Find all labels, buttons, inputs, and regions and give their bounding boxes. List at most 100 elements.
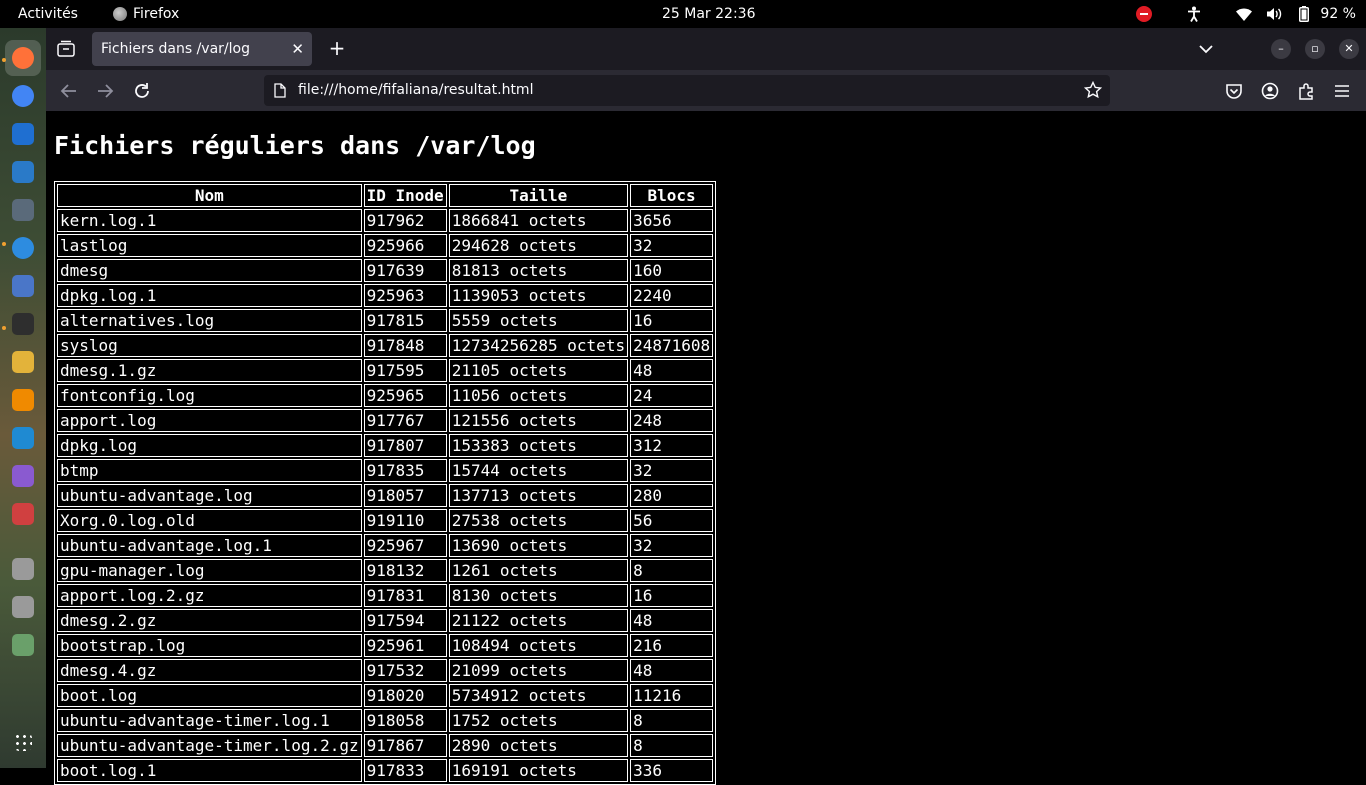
top-bar: Activités Firefox 25 Mar 22:36 92 % xyxy=(0,0,1366,28)
cell-inode: 917962 xyxy=(363,209,447,232)
new-tab-button[interactable]: + xyxy=(326,38,348,60)
cell-nom: apport.log.2.gz xyxy=(57,584,362,607)
dock-item-drive-2[interactable] xyxy=(5,589,41,625)
do-not-disturb-icon[interactable] xyxy=(1136,6,1153,22)
firefox-icon xyxy=(113,7,127,21)
dock-item-app[interactable] xyxy=(5,458,41,494)
dock-item-writer[interactable] xyxy=(5,154,41,190)
app-grid-icon xyxy=(14,733,32,751)
cell-taille: 108494 octets xyxy=(448,634,629,657)
cell-nom: apport.log xyxy=(57,409,362,432)
cell-nom: dmesg.4.gz xyxy=(57,659,362,682)
cell-blocs: 56 xyxy=(630,509,714,532)
url-text[interactable]: file:///home/fifaliana/resultat.html xyxy=(298,75,533,106)
account-icon[interactable] xyxy=(1259,80,1281,102)
cell-blocs: 3656 xyxy=(630,209,714,232)
dock-item-text-editor[interactable] xyxy=(5,268,41,304)
cell-nom: gpu-manager.log xyxy=(57,559,362,582)
system-tray[interactable]: 92 % xyxy=(1136,0,1356,28)
table-header-row: Nom ID Inode Taille Blocs xyxy=(57,184,714,207)
dock-item-vscode[interactable] xyxy=(5,420,41,456)
cell-blocs: 32 xyxy=(630,534,714,557)
app-menu[interactable]: Firefox xyxy=(113,0,179,28)
table-row: alternatives.log 917815 5559 octets 16 xyxy=(57,309,714,332)
minimize-icon[interactable]: – xyxy=(1271,39,1291,59)
dock-item-thunderbird[interactable] xyxy=(5,116,41,152)
firefox-view-icon[interactable] xyxy=(56,39,76,59)
tab-active[interactable]: Fichiers dans /var/log ✕ xyxy=(92,32,312,66)
cell-inode: 917595 xyxy=(363,359,447,382)
dock-item-files[interactable] xyxy=(5,192,41,228)
cell-taille: 1139053 octets xyxy=(448,284,629,307)
column-header-blocs: Blocs xyxy=(630,184,714,207)
table-body: kern.log.1 917962 1866841 octets 3656 lastlo… xyxy=(57,209,714,782)
back-arrow-icon[interactable] xyxy=(58,80,80,102)
activities-button[interactable]: Activités xyxy=(18,0,78,28)
cell-nom: bootstrap.log xyxy=(57,634,362,657)
dock-item-trash[interactable] xyxy=(5,627,41,663)
table-row: dpkg.log.1 925963 1139053 octets 2240 xyxy=(57,284,714,307)
dock-item-vlc[interactable] xyxy=(5,382,41,418)
clock[interactable]: 25 Mar 22:36 xyxy=(662,0,755,28)
cell-blocs: 32 xyxy=(630,459,714,482)
cell-taille: 12734256285 octets xyxy=(448,334,629,357)
dock-item-games[interactable] xyxy=(5,344,41,380)
dock-item-app-grid[interactable] xyxy=(5,724,41,760)
tab-close-icon[interactable]: ✕ xyxy=(291,32,304,66)
wifi-icon[interactable] xyxy=(1236,6,1253,22)
forward-arrow-icon[interactable] xyxy=(94,80,116,102)
bookmark-star-icon[interactable] xyxy=(1083,80,1103,99)
cell-inode: 919110 xyxy=(363,509,447,532)
accessibility-icon[interactable] xyxy=(1186,6,1202,22)
cell-inode: 917532 xyxy=(363,659,447,682)
reload-icon[interactable] xyxy=(131,80,153,102)
battery-percentage: 92 % xyxy=(1320,6,1356,22)
table-row: syslog 917848 12734256285 octets 24871608 xyxy=(57,334,714,357)
maximize-icon[interactable]: ▫ xyxy=(1305,39,1325,59)
dock-item-terminal[interactable] xyxy=(5,306,41,342)
cell-nom: dmesg.2.gz xyxy=(57,609,362,632)
cell-nom: alternatives.log xyxy=(57,309,362,332)
cell-inode: 925965 xyxy=(363,384,447,407)
battery-icon[interactable] xyxy=(1296,6,1312,22)
dock-item-chrome[interactable] xyxy=(5,78,41,114)
dock-item-document-viewer[interactable] xyxy=(5,496,41,532)
dock-item-drive[interactable] xyxy=(5,551,41,587)
cell-inode: 925966 xyxy=(363,234,447,257)
cell-blocs: 48 xyxy=(630,659,714,682)
cell-inode: 917867 xyxy=(363,734,447,757)
extensions-icon[interactable] xyxy=(1295,80,1317,102)
cell-blocs: 312 xyxy=(630,434,714,457)
drive-icon xyxy=(12,558,34,580)
url-bar[interactable]: file:///home/fifaliana/resultat.html xyxy=(264,75,1110,106)
pocket-icon[interactable] xyxy=(1223,80,1245,102)
close-window-icon[interactable]: ✕ xyxy=(1339,39,1359,59)
cell-taille: 1261 octets xyxy=(448,559,629,582)
cell-blocs: 160 xyxy=(630,259,714,282)
column-header-inode: ID Inode xyxy=(363,184,447,207)
page-icon xyxy=(274,83,286,98)
cell-inode: 917833 xyxy=(363,759,447,782)
cell-nom: ubuntu-advantage.log xyxy=(57,484,362,507)
column-header-nom: Nom xyxy=(57,184,362,207)
menu-icon[interactable] xyxy=(1331,80,1353,102)
table-row: fontconfig.log 925965 11056 octets 24 xyxy=(57,384,714,407)
navigation-toolbar: file:///home/fifaliana/resultat.html xyxy=(46,70,1366,111)
cell-taille: 153383 octets xyxy=(448,434,629,457)
volume-icon[interactable] xyxy=(1266,6,1282,22)
cell-taille: 169191 octets xyxy=(448,759,629,782)
cell-nom: dpkg.log.1 xyxy=(57,284,362,307)
dock-item-help[interactable] xyxy=(5,230,41,266)
terminal-icon xyxy=(12,313,34,335)
cell-taille: 8130 octets xyxy=(448,584,629,607)
chevron-down-icon[interactable] xyxy=(1196,38,1216,60)
cell-nom: dmesg.1.gz xyxy=(57,359,362,382)
thunderbird-icon xyxy=(12,123,34,145)
table-row: ubuntu-advantage-timer.log.2.gz 917867 289… xyxy=(57,734,714,757)
cell-taille: 27538 octets xyxy=(448,509,629,532)
cell-blocs: 280 xyxy=(630,484,714,507)
dock-item-firefox[interactable] xyxy=(5,40,41,76)
table-row: ubuntu-advantage-timer.log.1 918058 1752 o… xyxy=(57,709,714,732)
table-row: lastlog 925966 294628 octets 32 xyxy=(57,234,714,257)
document-viewer-icon xyxy=(12,503,34,525)
